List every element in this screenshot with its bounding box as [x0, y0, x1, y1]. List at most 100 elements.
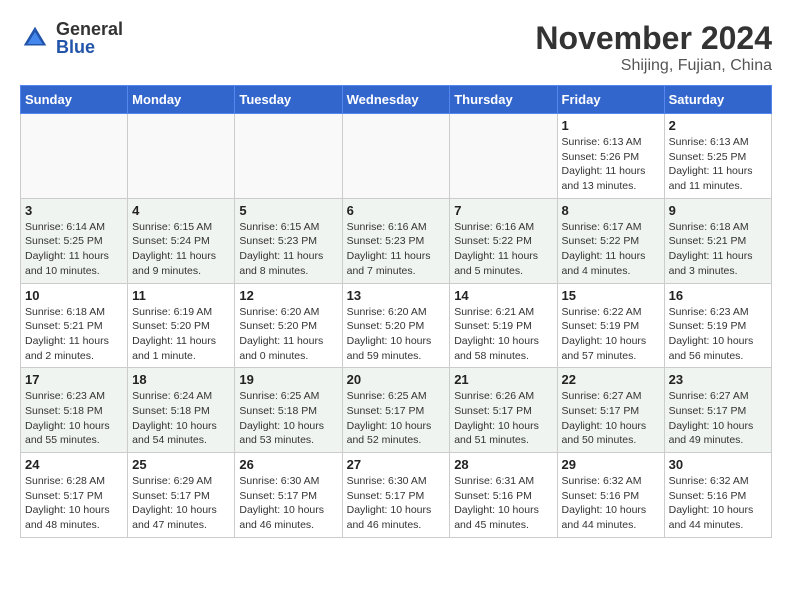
- calendar-week-row: 10 Sunrise: 6:18 AM Sunset: 5:21 PM Dayli…: [21, 283, 772, 368]
- day-info: Sunrise: 6:32 AM Sunset: 5:16 PM Dayligh…: [669, 474, 767, 533]
- day-info: Sunrise: 6:18 AM Sunset: 5:21 PM Dayligh…: [25, 305, 123, 364]
- calendar-day-cell: 25 Sunrise: 6:29 AM Sunset: 5:17 PM Dayli…: [128, 453, 235, 538]
- calendar-day-cell: 28 Sunrise: 6:31 AM Sunset: 5:16 PM Dayli…: [450, 453, 557, 538]
- day-number: 28: [454, 457, 552, 472]
- day-number: 13: [347, 288, 446, 303]
- calendar-day-cell: 5Sunrise: 6:15 AM Sunset: 5:23 PM Daylig…: [235, 198, 342, 283]
- day-number: 5: [239, 203, 337, 218]
- weekday-header: Friday: [557, 86, 664, 114]
- day-number: 11: [132, 288, 230, 303]
- day-info: Sunrise: 6:29 AM Sunset: 5:17 PM Dayligh…: [132, 474, 230, 533]
- day-number: 9: [669, 203, 767, 218]
- day-info: Sunrise: 6:15 AM Sunset: 5:24 PM Dayligh…: [132, 220, 230, 279]
- day-info: Sunrise: 6:31 AM Sunset: 5:16 PM Dayligh…: [454, 474, 552, 533]
- day-number: 12: [239, 288, 337, 303]
- calendar-week-row: 24 Sunrise: 6:28 AM Sunset: 5:17 PM Dayli…: [21, 453, 772, 538]
- page-header: General Blue November 2024 Shijing, Fuji…: [20, 20, 772, 75]
- calendar-day-cell: 27 Sunrise: 6:30 AM Sunset: 5:17 PM Dayli…: [342, 453, 450, 538]
- day-info: Sunrise: 6:26 AM Sunset: 5:17 PM Dayligh…: [454, 389, 552, 448]
- calendar-day-cell: [450, 114, 557, 199]
- day-number: 3: [25, 203, 123, 218]
- calendar-day-cell: 9 Sunrise: 6:18 AM Sunset: 5:21 PM Daylig…: [664, 198, 771, 283]
- day-info: Sunrise: 6:16 AM Sunset: 5:22 PM Dayligh…: [454, 220, 552, 279]
- day-number: 2: [669, 118, 767, 133]
- day-number: 10: [25, 288, 123, 303]
- day-number: 26: [239, 457, 337, 472]
- day-number: 7: [454, 203, 552, 218]
- day-number: 6: [347, 203, 446, 218]
- logo-blue-label: Blue: [56, 38, 123, 56]
- day-number: 29: [562, 457, 660, 472]
- day-number: 17: [25, 372, 123, 387]
- calendar-day-cell: 18 Sunrise: 6:24 AM Sunset: 5:18 PM Dayli…: [128, 368, 235, 453]
- day-info: Sunrise: 6:27 AM Sunset: 5:17 PM Dayligh…: [562, 389, 660, 448]
- calendar-day-cell: 14 Sunrise: 6:21 AM Sunset: 5:19 PM Dayli…: [450, 283, 557, 368]
- calendar-day-cell: 20Sunrise: 6:25 AM Sunset: 5:17 PM Dayli…: [342, 368, 450, 453]
- day-number: 24: [25, 457, 123, 472]
- day-number: 22: [562, 372, 660, 387]
- calendar-day-cell: 7 Sunrise: 6:16 AM Sunset: 5:22 PM Daylig…: [450, 198, 557, 283]
- calendar-day-cell: 30 Sunrise: 6:32 AM Sunset: 5:16 PM Dayli…: [664, 453, 771, 538]
- weekday-header: Sunday: [21, 86, 128, 114]
- day-number: 25: [132, 457, 230, 472]
- day-info: Sunrise: 6:18 AM Sunset: 5:21 PM Dayligh…: [669, 220, 767, 279]
- day-info: Sunrise: 6:23 AM Sunset: 5:18 PM Dayligh…: [25, 389, 123, 448]
- day-info: Sunrise: 6:17 AM Sunset: 5:22 PM Dayligh…: [562, 220, 660, 279]
- calendar-day-cell: 17 Sunrise: 6:23 AM Sunset: 5:18 PM Dayli…: [21, 368, 128, 453]
- calendar-day-cell: 22 Sunrise: 6:27 AM Sunset: 5:17 PM Dayli…: [557, 368, 664, 453]
- calendar-day-cell: 24 Sunrise: 6:28 AM Sunset: 5:17 PM Dayli…: [21, 453, 128, 538]
- calendar-day-cell: 15 Sunrise: 6:22 AM Sunset: 5:19 PM Dayli…: [557, 283, 664, 368]
- weekday-header: Monday: [128, 86, 235, 114]
- logo-general-label: General: [56, 20, 123, 38]
- calendar-day-cell: 21Sunrise: 6:26 AM Sunset: 5:17 PM Dayli…: [450, 368, 557, 453]
- calendar-day-cell: [235, 114, 342, 199]
- day-info: Sunrise: 6:30 AM Sunset: 5:17 PM Dayligh…: [347, 474, 446, 533]
- day-number: 4: [132, 203, 230, 218]
- day-info: Sunrise: 6:16 AM Sunset: 5:23 PM Dayligh…: [347, 220, 446, 279]
- weekday-header: Wednesday: [342, 86, 450, 114]
- day-number: 27: [347, 457, 446, 472]
- day-number: 20: [347, 372, 446, 387]
- calendar-day-cell: 26 Sunrise: 6:30 AM Sunset: 5:17 PM Dayli…: [235, 453, 342, 538]
- calendar-week-row: 17 Sunrise: 6:23 AM Sunset: 5:18 PM Dayli…: [21, 368, 772, 453]
- title-block: November 2024 Shijing, Fujian, China: [535, 20, 772, 75]
- day-info: Sunrise: 6:22 AM Sunset: 5:19 PM Dayligh…: [562, 305, 660, 364]
- logo-icon: [20, 23, 50, 53]
- day-info: Sunrise: 6:14 AM Sunset: 5:25 PM Dayligh…: [25, 220, 123, 279]
- calendar-week-row: 3 Sunrise: 6:14 AM Sunset: 5:25 PM Daylig…: [21, 198, 772, 283]
- day-info: Sunrise: 6:13 AM Sunset: 5:26 PM Dayligh…: [562, 135, 660, 194]
- day-info: Sunrise: 6:21 AM Sunset: 5:19 PM Dayligh…: [454, 305, 552, 364]
- day-info: Sunrise: 6:25 AM Sunset: 5:18 PM Dayligh…: [239, 389, 337, 448]
- weekday-header-row: SundayMondayTuesdayWednesdayThursdayFrid…: [21, 86, 772, 114]
- day-info: Sunrise: 6:30 AM Sunset: 5:17 PM Dayligh…: [239, 474, 337, 533]
- month-title: November 2024: [535, 20, 772, 57]
- logo: General Blue: [20, 20, 123, 56]
- weekday-header: Thursday: [450, 86, 557, 114]
- calendar-day-cell: 1Sunrise: 6:13 AM Sunset: 5:26 PM Daylig…: [557, 114, 664, 199]
- calendar-week-row: 1Sunrise: 6:13 AM Sunset: 5:26 PM Daylig…: [21, 114, 772, 199]
- day-info: Sunrise: 6:32 AM Sunset: 5:16 PM Dayligh…: [562, 474, 660, 533]
- day-number: 23: [669, 372, 767, 387]
- calendar-day-cell: 11Sunrise: 6:19 AM Sunset: 5:20 PM Dayli…: [128, 283, 235, 368]
- day-number: 30: [669, 457, 767, 472]
- day-number: 19: [239, 372, 337, 387]
- day-number: 15: [562, 288, 660, 303]
- day-number: 14: [454, 288, 552, 303]
- logo-text: General Blue: [56, 20, 123, 56]
- calendar-day-cell: 3 Sunrise: 6:14 AM Sunset: 5:25 PM Daylig…: [21, 198, 128, 283]
- day-info: Sunrise: 6:20 AM Sunset: 5:20 PM Dayligh…: [347, 305, 446, 364]
- calendar-day-cell: 23Sunrise: 6:27 AM Sunset: 5:17 PM Dayli…: [664, 368, 771, 453]
- day-info: Sunrise: 6:24 AM Sunset: 5:18 PM Dayligh…: [132, 389, 230, 448]
- location-label: Shijing, Fujian, China: [535, 57, 772, 75]
- calendar-day-cell: 6 Sunrise: 6:16 AM Sunset: 5:23 PM Daylig…: [342, 198, 450, 283]
- calendar-day-cell: [21, 114, 128, 199]
- day-info: Sunrise: 6:13 AM Sunset: 5:25 PM Dayligh…: [669, 135, 767, 194]
- calendar-day-cell: [342, 114, 450, 199]
- calendar-day-cell: 19 Sunrise: 6:25 AM Sunset: 5:18 PM Dayli…: [235, 368, 342, 453]
- day-number: 18: [132, 372, 230, 387]
- day-number: 8: [562, 203, 660, 218]
- calendar-day-cell: 29 Sunrise: 6:32 AM Sunset: 5:16 PM Dayli…: [557, 453, 664, 538]
- calendar-day-cell: 10 Sunrise: 6:18 AM Sunset: 5:21 PM Dayli…: [21, 283, 128, 368]
- day-info: Sunrise: 6:20 AM Sunset: 5:20 PM Dayligh…: [239, 305, 337, 364]
- day-info: Sunrise: 6:28 AM Sunset: 5:17 PM Dayligh…: [25, 474, 123, 533]
